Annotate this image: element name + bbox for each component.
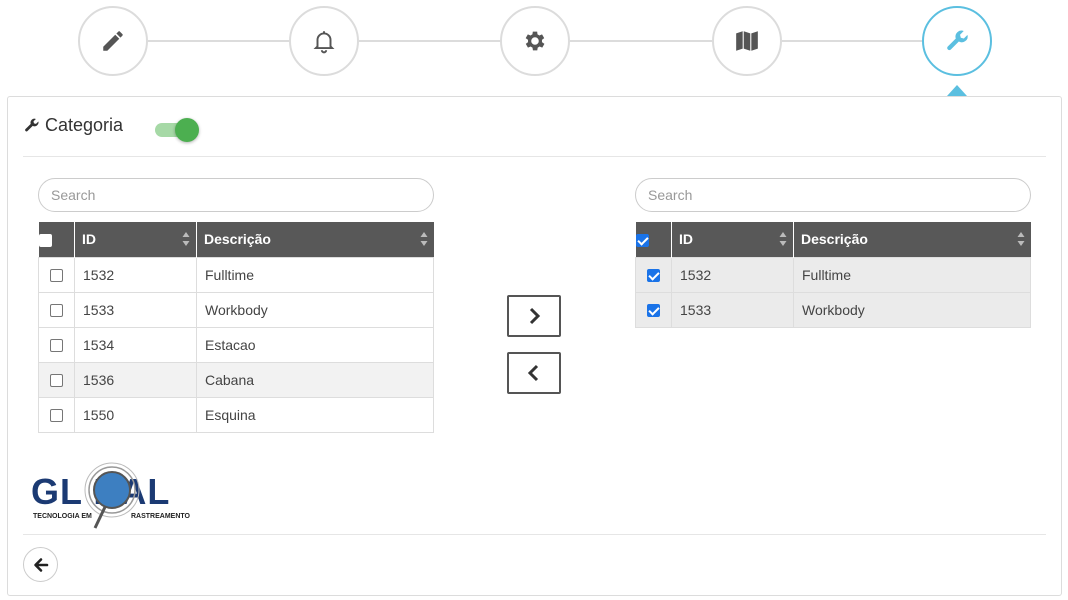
row-checkbox[interactable]	[647, 304, 660, 318]
select-all-cell	[38, 222, 75, 257]
cell-description: Fulltime	[196, 256, 434, 293]
move-left-button[interactable]	[507, 352, 561, 394]
column-header-label: Descrição	[204, 231, 271, 248]
column-header-description[interactable]: Descrição	[196, 222, 434, 257]
table-row[interactable]: 1534 Estacao	[38, 326, 434, 363]
cell-description: Fulltime	[793, 256, 1031, 293]
row-checkbox[interactable]	[50, 339, 63, 353]
cell-id: 1532	[671, 256, 794, 293]
wrench-icon	[25, 118, 39, 132]
page-title: Categoria	[23, 115, 123, 136]
map-icon	[736, 31, 758, 51]
logo-globe	[93, 471, 131, 509]
footer-divider	[23, 534, 1046, 535]
cell-id: 1532	[74, 256, 197, 293]
cell-description: Estacao	[196, 326, 434, 363]
step-connector	[148, 40, 289, 42]
arrow-left-icon	[33, 557, 48, 572]
select-all-checkbox[interactable]	[38, 234, 52, 248]
global-logo: GL BAL TECNOLOGIA EM RASTREAMENTO	[31, 462, 191, 529]
step-connector	[359, 40, 500, 42]
row-select-cell	[38, 291, 75, 328]
column-header-id[interactable]: ID	[671, 222, 794, 257]
left-search-input[interactable]	[38, 178, 434, 212]
row-select-cell	[38, 326, 75, 363]
table-row[interactable]: 1533 Workbody	[38, 291, 434, 328]
active-step-pointer	[947, 85, 967, 96]
cell-id: 1533	[74, 291, 197, 328]
column-header-label: Descrição	[801, 231, 868, 248]
back-button[interactable]	[23, 547, 58, 582]
row-checkbox[interactable]	[50, 269, 63, 283]
cell-description: Workbody	[196, 291, 434, 328]
column-header-label: ID	[82, 231, 96, 248]
row-select-cell	[38, 361, 75, 398]
column-header-label: ID	[679, 231, 693, 248]
chevron-left-icon	[527, 364, 539, 382]
chevron-right-icon	[529, 307, 541, 325]
select-all-cell	[635, 222, 672, 257]
row-checkbox[interactable]	[50, 409, 63, 423]
select-all-checkbox[interactable]	[635, 234, 649, 248]
table-header-row: ID Descrição	[38, 222, 434, 257]
table-row[interactable]: 1532 Fulltime	[635, 256, 1031, 293]
logo-tagline-right: RASTREAMENTO	[131, 513, 191, 520]
sort-icon	[779, 232, 787, 246]
row-select-cell	[38, 256, 75, 293]
step-map[interactable]	[712, 6, 782, 76]
logo-tagline-left: TECNOLOGIA EM	[33, 513, 92, 520]
table-row[interactable]: 1536 Cabana	[38, 361, 434, 398]
cell-description: Esquina	[196, 396, 434, 433]
sort-icon	[1017, 232, 1024, 246]
row-checkbox[interactable]	[647, 269, 660, 283]
available-table: ID Descrição 1532 Fulltime 1533 Workbody	[38, 222, 434, 433]
step-edit[interactable]	[78, 6, 148, 76]
row-checkbox[interactable]	[50, 374, 63, 388]
step-connector	[570, 40, 712, 42]
cell-description: Workbody	[793, 291, 1031, 328]
row-select-cell	[38, 396, 75, 433]
pencil-icon	[103, 31, 123, 51]
column-header-id[interactable]: ID	[74, 222, 197, 257]
right-search-input[interactable]	[635, 178, 1031, 212]
step-notifications[interactable]	[289, 6, 359, 76]
step-connector	[782, 40, 922, 42]
cell-id: 1536	[74, 361, 197, 398]
table-header-row: ID Descrição	[635, 222, 1031, 257]
table-row[interactable]: 1532 Fulltime	[38, 256, 434, 293]
table-row[interactable]: 1550 Esquina	[38, 396, 434, 433]
sort-icon	[420, 232, 427, 246]
category-toggle[interactable]	[155, 117, 200, 142]
category-panel: Categoria ID Descrição	[7, 96, 1062, 596]
cell-id: 1533	[671, 291, 794, 328]
cell-description: Cabana	[196, 361, 434, 398]
sort-icon	[182, 232, 190, 246]
selected-table: ID Descrição 1532 Fulltime 1533 Workbody	[635, 222, 1031, 328]
move-right-button[interactable]	[507, 295, 561, 337]
page-title-label: Categoria	[45, 115, 124, 135]
cell-id: 1534	[74, 326, 197, 363]
row-select-cell	[635, 291, 672, 328]
row-checkbox[interactable]	[50, 304, 63, 318]
toggle-knob	[175, 118, 200, 142]
row-select-cell	[635, 256, 672, 293]
wrench-icon	[947, 30, 968, 51]
gear-icon	[525, 31, 545, 51]
step-settings[interactable]	[500, 6, 570, 76]
table-row[interactable]: 1533 Workbody	[635, 291, 1031, 328]
bell-icon	[313, 31, 335, 54]
wizard-stepper	[0, 0, 1068, 96]
panel-header: Categoria	[23, 115, 1046, 157]
step-tools[interactable]	[922, 6, 992, 76]
cell-id: 1550	[74, 396, 197, 433]
column-header-description[interactable]: Descrição	[793, 222, 1031, 257]
